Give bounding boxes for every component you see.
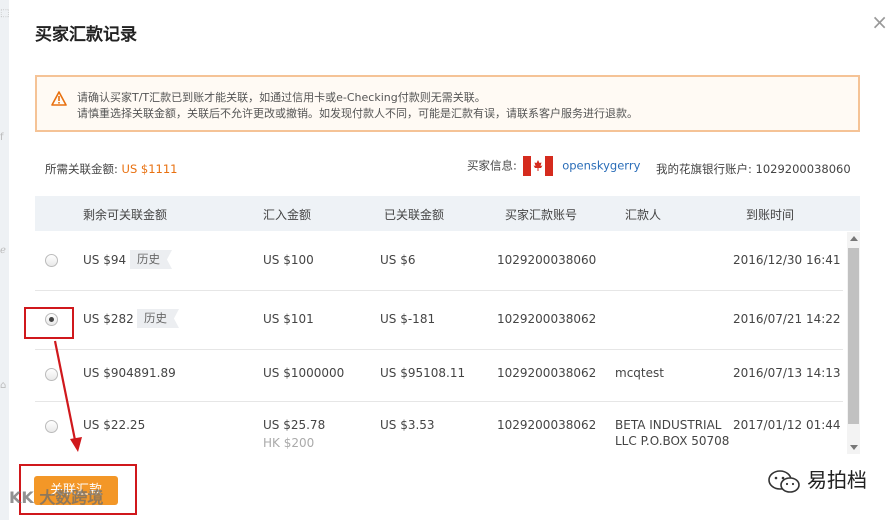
warning-icon [51,91,67,106]
watermark-right-text: 易拍档 [807,468,867,492]
arrival-time: 2016/07/13 14:13 [733,366,841,380]
canada-flag-icon [522,156,553,176]
header-time: 到账时间 [746,208,795,222]
watermark-left: KK 大数跨境 [9,488,104,507]
scroll-down-icon[interactable] [850,445,858,450]
notice-line-1: 请确认买家T/T汇款已到账才能关联，如通过信用卡或e-Checking付款则无需… [77,91,486,104]
header-linked: 已关联金额 [384,208,445,222]
background-fragment: ⌂ [0,380,7,391]
remaining-amount: US $904891.89 [83,366,176,380]
scrollbar-thumb[interactable] [848,248,859,424]
table-row[interactable]: US $904891.89 US $1000000 US $95108.11 1… [35,350,843,402]
remitter-name-line2: LLC P.O.BOX 50708 [615,434,730,448]
remaining-amount: US $94 [83,253,127,267]
buyer-info-label: 买家信息: [467,158,517,173]
received-amount: US $100 [263,253,314,267]
table-row[interactable]: US $94 历史 US $100 US $6 1029200038060 20… [35,232,843,291]
scroll-up-icon[interactable] [850,236,858,241]
remittance-dialog: 买家汇款记录 × 请确认买家T/T汇款已到账才能关联，如通过信用卡或e-Chec… [9,0,896,520]
remitter-name: BETA INDUSTRIAL [615,418,722,432]
received-amount-secondary: HK $200 [263,436,315,450]
history-tag[interactable]: 历史 [130,250,172,269]
header-received: 汇入金额 [263,208,312,222]
bank-account-info: 我的花旗银行账户: 1029200038060 [656,161,851,177]
required-amount-label: 所需关联金额: [45,162,118,176]
table-row[interactable]: US $282 历史 US $101 US $-181 102920003806… [35,291,843,350]
header-account: 买家汇款账号 [505,208,578,222]
close-icon[interactable]: × [871,12,888,32]
remitter-name: mcqtest [615,366,664,380]
table-row[interactable]: US $22.25 US $25.78 HK $200 US $3.53 102… [35,402,843,454]
linked-amount: US $6 [380,253,416,267]
remittance-table-body: US $94 历史 US $100 US $6 1029200038060 20… [35,232,860,454]
table-scrollbar[interactable] [847,232,860,454]
required-amount-value: US $1111 [121,162,178,176]
header-remitter: 汇款人 [625,208,662,222]
received-amount: US $25.78 [263,418,326,432]
buyer-account: 1029200038062 [497,312,597,326]
buyer-name-link[interactable]: openskygerry [562,159,640,173]
header-remaining: 剩余可关联金额 [83,208,168,222]
row-select-radio[interactable] [45,254,58,267]
buyer-account: 1029200038062 [497,366,597,380]
buyer-account: 1029200038060 [497,253,597,267]
history-tag[interactable]: 历史 [137,309,179,328]
required-amount-info: 所需关联金额: US $1111 [45,161,178,177]
linked-amount: US $95108.11 [380,366,466,380]
background-fragment: f [0,132,4,143]
buyer-info: 买家信息: openskygerry [467,156,640,176]
linked-amount: US $3.53 [380,418,435,432]
arrival-time: 2016/12/30 16:41 [733,253,841,267]
background-page-strip: ⬚ f ℯ ⌂ [0,0,9,520]
table-header: 剩余可关联金额 汇入金额 已关联金额 买家汇款账号 汇款人 到账时间 [35,196,860,231]
arrival-time: 2016/07/21 14:22 [733,312,841,326]
remaining-amount: US $282 [83,312,134,326]
buyer-account: 1029200038062 [497,418,597,432]
watermark-right: 易拍档 [767,464,867,495]
notice-line-2: 请慎重选择关联金额，关联后不允许更改或撤销。如发现付款人不同，可能是汇款有误，请… [77,107,638,120]
arrival-time: 2017/01/12 01:44 [733,418,841,432]
wechat-icon [768,469,800,493]
background-fragment: ℯ [0,245,6,256]
bank-account-number: 1029200038060 [755,162,851,176]
warning-notice: 请确认买家T/T汇款已到账才能关联，如通过信用卡或e-Checking付款则无需… [35,75,860,132]
dialog-title: 买家汇款记录 [35,25,137,45]
received-amount: US $1000000 [263,366,345,380]
selected-radio-highlight [24,307,74,339]
background-fragment: ⬚ [0,8,10,19]
arrow-annotation-icon [53,340,82,452]
bank-account-label: 我的花旗银行账户: [656,162,752,176]
received-amount: US $101 [263,312,314,326]
linked-amount: US $-181 [380,312,436,326]
